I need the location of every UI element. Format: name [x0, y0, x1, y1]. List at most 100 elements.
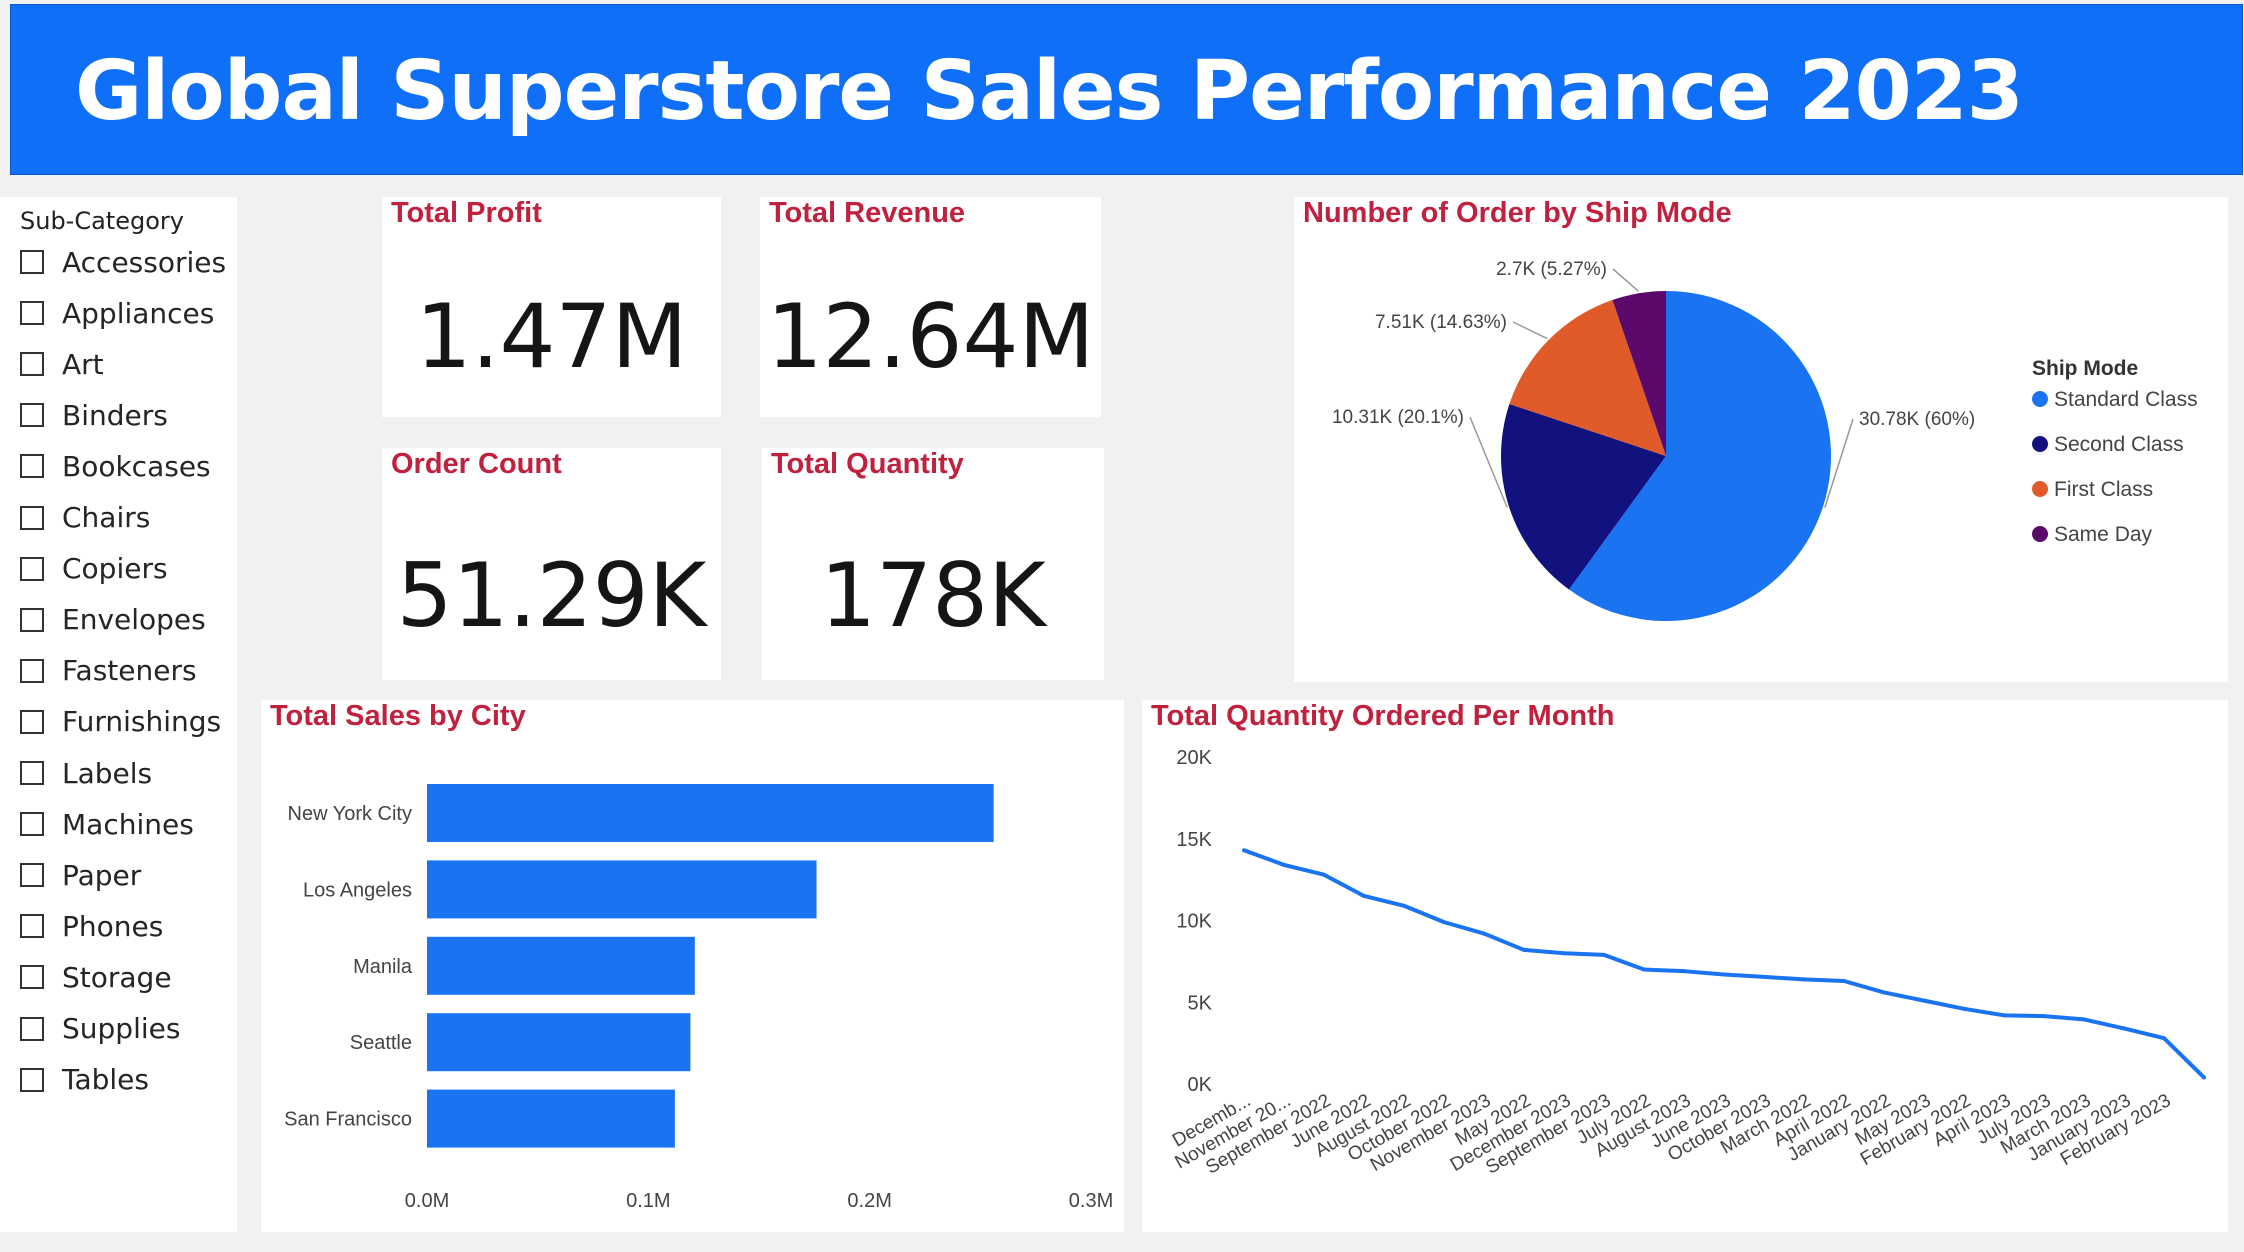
x-tick-label: 0.2M — [847, 1190, 891, 1212]
checkbox[interactable] — [20, 352, 44, 377]
line-point[interactable] — [1762, 974, 1766, 979]
legend-marker[interactable] — [2032, 481, 2048, 497]
quantity-line[interactable] — [1243, 848, 2206, 1079]
checkbox[interactable] — [20, 403, 44, 428]
slicer-item-label: Art — [62, 347, 104, 381]
slicer-item-bookcases[interactable]: Bookcases — [20, 446, 211, 486]
slicer-item-paper[interactable]: Paper — [20, 855, 141, 895]
slicer-item-accessories[interactable]: Accessories — [20, 242, 226, 282]
checkbox[interactable] — [20, 965, 44, 990]
line-point[interactable] — [2002, 1013, 2006, 1018]
bar-new-york-city[interactable] — [427, 784, 994, 842]
line-point[interactable] — [2202, 1075, 2206, 1080]
line-point[interactable] — [1282, 862, 1286, 867]
slicer-item-label: Bookcases — [62, 449, 211, 483]
line-point[interactable] — [1642, 967, 1646, 972]
slicer-item-supplies[interactable]: Supplies — [20, 1009, 180, 1049]
checkbox[interactable] — [20, 761, 44, 785]
line-point[interactable] — [1242, 848, 1246, 853]
line-point[interactable] — [1802, 977, 1806, 982]
kpi-value: 1.47M — [415, 285, 688, 388]
pie-leader-line — [1612, 268, 1640, 292]
kpi-value: 178K — [820, 544, 1046, 647]
legend-marker[interactable] — [2032, 436, 2048, 452]
checkbox[interactable] — [20, 1067, 44, 1092]
bar-seattle[interactable] — [427, 1013, 691, 1072]
slicer-item-chairs[interactable]: Chairs — [20, 498, 150, 538]
line-point[interactable] — [1322, 872, 1326, 877]
line-point[interactable] — [1562, 951, 1566, 956]
ship-mode-pie-chart: Number of Order by Ship Mode 30.78K (60%… — [1294, 197, 2228, 682]
line-point[interactable] — [1842, 978, 1846, 983]
checkbox[interactable] — [20, 658, 44, 683]
slicer-item-label: Fasteners — [62, 654, 197, 688]
pie-leader-line — [1512, 321, 1548, 340]
checkbox[interactable] — [20, 607, 44, 632]
slicer-item-storage[interactable]: Storage — [20, 957, 172, 997]
slicer-item-phones[interactable]: Phones — [20, 906, 163, 946]
slicer-item-label: Binders — [62, 398, 168, 432]
legend-marker[interactable] — [2032, 391, 2048, 407]
pie-data-label: 10.31K (20.1%) — [1332, 407, 1464, 428]
legend-marker[interactable] — [2032, 526, 2048, 542]
legend-entry[interactable]: Standard Class — [2054, 388, 2198, 411]
line-point[interactable] — [1482, 931, 1486, 936]
line-point[interactable] — [1882, 990, 1886, 995]
line-point[interactable] — [1962, 1006, 1966, 1011]
slicer-item-label: Paper — [62, 858, 142, 892]
bar-san-francisco[interactable] — [427, 1089, 675, 1148]
checkbox[interactable] — [20, 250, 44, 274]
slicer-item-label: Envelopes — [62, 603, 206, 637]
x-tick-label: 0.0M — [405, 1190, 449, 1212]
checkbox[interactable] — [20, 556, 44, 581]
line-point[interactable] — [1682, 969, 1686, 974]
slicer-item-binders[interactable]: Binders — [20, 395, 168, 435]
line-chart-canvas: 0K5K10K15K20KDecemb...November 20...Sept… — [1169, 747, 2206, 1179]
checkbox[interactable] — [20, 1016, 44, 1041]
slicer-item-appliances[interactable]: Appliances — [20, 293, 214, 333]
line-point[interactable] — [2162, 1036, 2166, 1041]
line-point[interactable] — [1522, 947, 1526, 952]
quantity-per-month-line-chart: Total Quantity Ordered Per Month 0K 5K 10K… — [1142, 700, 2228, 1232]
line-point[interactable] — [2042, 1014, 2046, 1019]
line-point[interactable] — [1722, 972, 1726, 977]
checkbox[interactable] — [20, 709, 44, 734]
line-point[interactable] — [1602, 952, 1606, 957]
slicer-item-machines[interactable]: Machines — [20, 804, 194, 844]
legend-entry[interactable]: First Class — [2054, 478, 2153, 501]
line-point[interactable] — [1402, 903, 1406, 908]
header-banner: Global Superstore Sales Performance 2023 — [10, 4, 2243, 175]
checkbox[interactable] — [20, 863, 44, 888]
kpi-value: 51.29K — [396, 544, 707, 647]
slicer-item-label: Tables — [62, 1063, 149, 1097]
kpi-value: 12.64M — [766, 285, 1095, 388]
line-point[interactable] — [1442, 920, 1446, 925]
bar-manila[interactable] — [427, 936, 695, 995]
slicer-item-tables[interactable]: Tables — [20, 1060, 149, 1100]
checkbox[interactable] — [20, 454, 44, 479]
checkbox[interactable] — [20, 812, 44, 837]
kpi-title: Total Revenue — [769, 197, 966, 229]
checkbox[interactable] — [20, 505, 44, 530]
legend-entry[interactable]: Same Day — [2054, 523, 2153, 546]
slicer-item-copiers[interactable]: Copiers — [20, 549, 168, 589]
line-point[interactable] — [2122, 1026, 2126, 1031]
line-point[interactable] — [1362, 893, 1366, 898]
checkbox[interactable] — [20, 301, 44, 326]
legend-entry[interactable]: Second Class — [2054, 433, 2184, 456]
slicer-item-labels[interactable]: Labels — [20, 753, 152, 793]
slicer-item-furnishings[interactable]: Furnishings — [20, 702, 221, 742]
kpi-title: Order Count — [391, 448, 562, 480]
slicer-item-fasteners[interactable]: Fasteners — [20, 651, 197, 691]
slicer-item-art[interactable]: Art — [20, 344, 104, 384]
pie-data-label: 7.51K (14.63%) — [1375, 312, 1507, 333]
bar-los-angeles[interactable] — [427, 860, 817, 919]
line-point[interactable] — [2082, 1017, 2086, 1022]
y-tick-label: 15K — [1176, 829, 1212, 851]
kpi-title: Total Quantity — [771, 448, 964, 480]
checkbox[interactable] — [20, 914, 44, 939]
slicer-item-envelopes[interactable]: Envelopes — [20, 600, 206, 640]
line-point[interactable] — [1922, 998, 1926, 1003]
x-tick-label: 0.1M — [626, 1190, 670, 1212]
slicer-item-label: Machines — [62, 807, 194, 841]
